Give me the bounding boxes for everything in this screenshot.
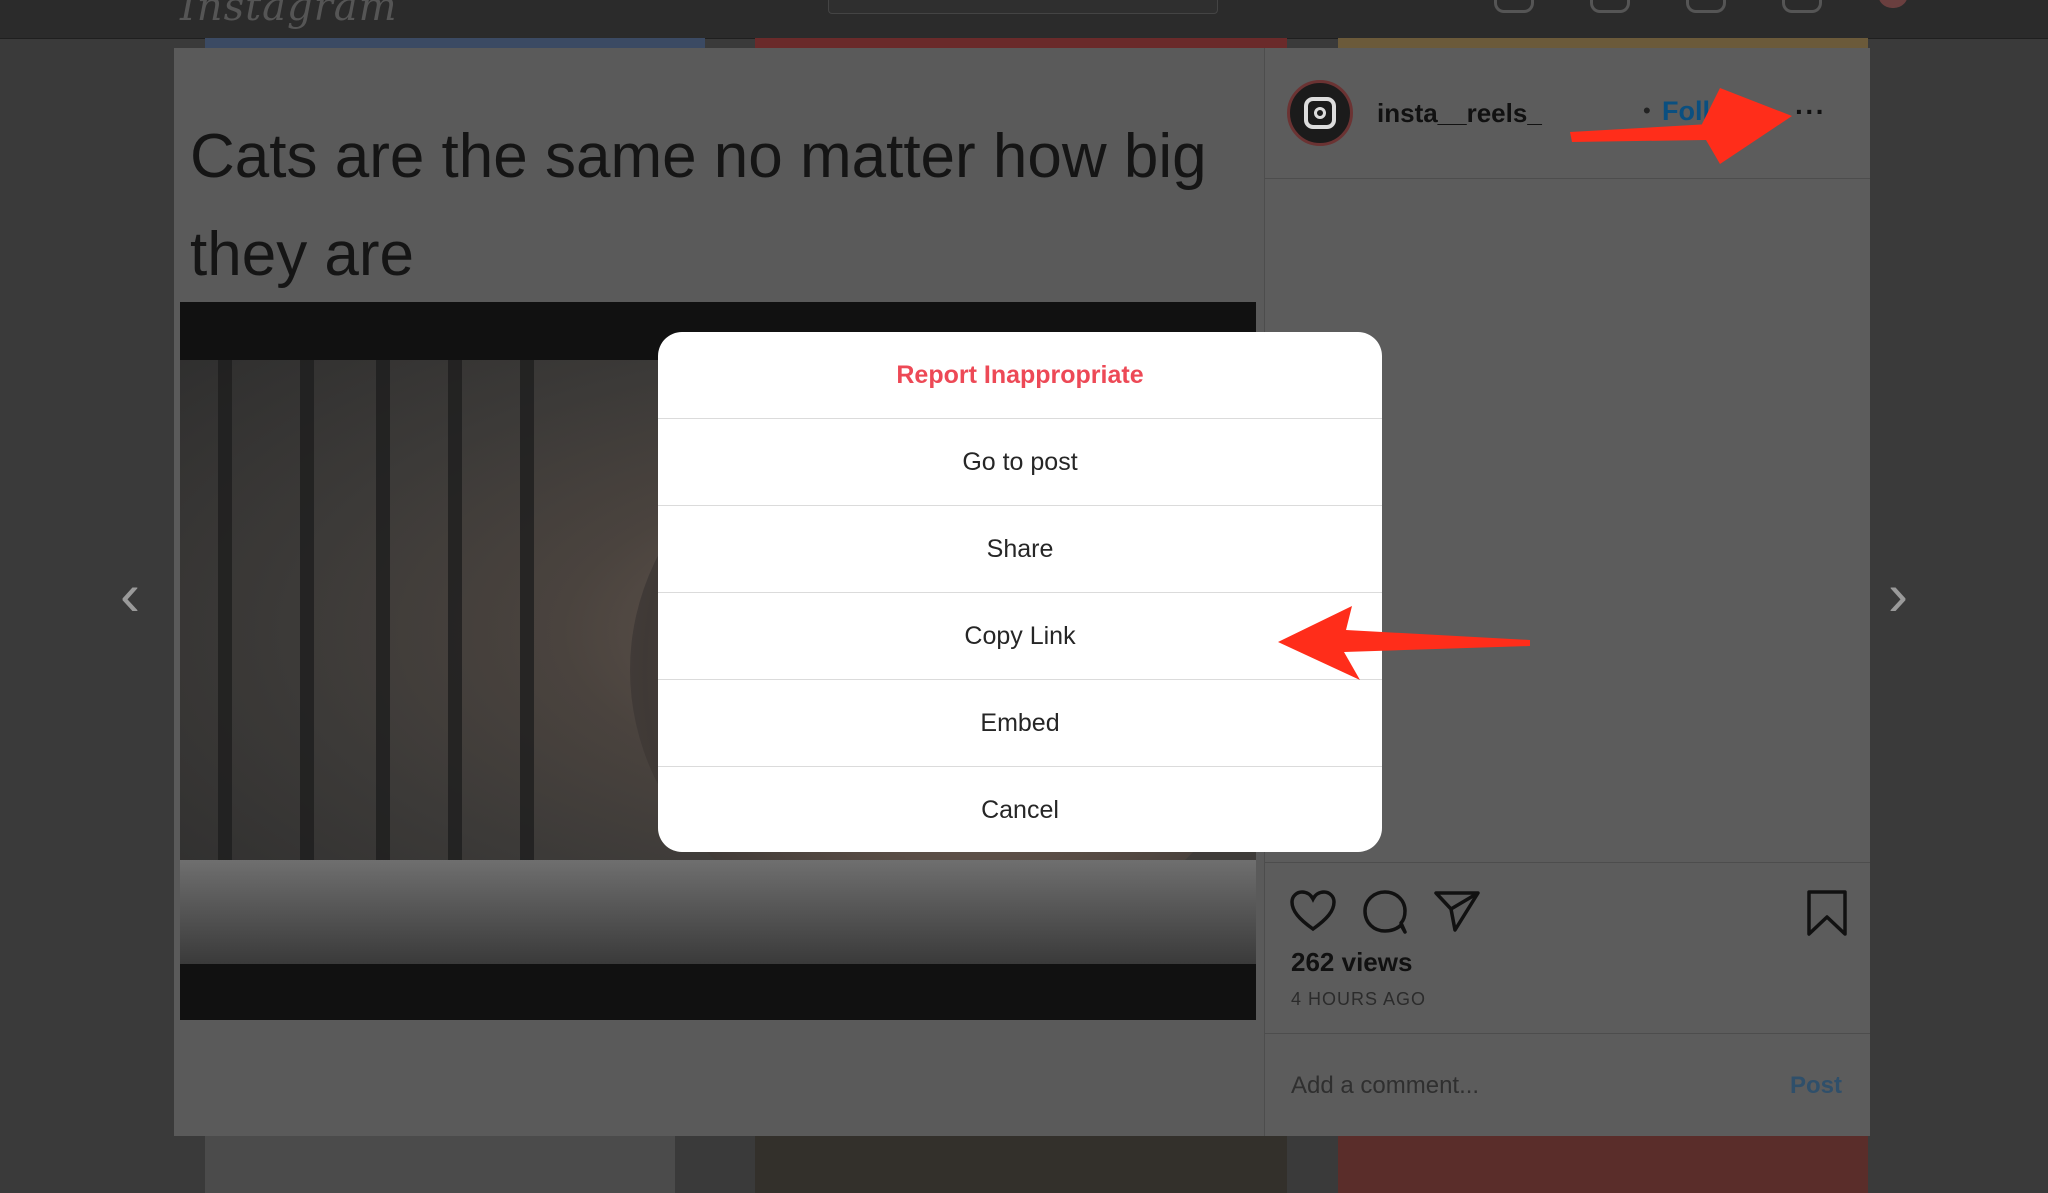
activity-icon[interactable] — [1782, 0, 1822, 13]
share-paper-plane-icon[interactable] — [1433, 889, 1481, 933]
post-timestamp: 4 HOURS AGO — [1291, 989, 1427, 1009]
home-icon[interactable] — [1494, 0, 1534, 13]
feed-thumbnail — [205, 38, 705, 48]
share-option[interactable]: Share — [658, 505, 1382, 592]
heart-icon[interactable] — [1289, 889, 1337, 933]
top-nav-bar: Instagram — [0, 0, 2048, 39]
report-inappropriate-option[interactable]: Report Inappropriate — [658, 332, 1382, 418]
feed-thumbnail — [755, 1136, 1287, 1193]
explore-icon[interactable] — [1686, 0, 1726, 13]
search-input[interactable] — [828, 0, 1218, 14]
previous-post-arrow-icon[interactable]: ‹ — [120, 565, 140, 625]
annotation-arrow-icon — [1278, 606, 1530, 680]
direct-icon[interactable] — [1590, 0, 1630, 13]
ledge-image — [180, 860, 1256, 964]
comment-box: Add a comment... Post — [1265, 1033, 1870, 1137]
post-comment-button[interactable]: Post — [1790, 1072, 1842, 1100]
post-options-modal: Report Inappropriate Go to post Share Co… — [658, 332, 1382, 852]
post-username[interactable]: insta__reels_ — [1377, 98, 1542, 129]
comment-icon[interactable] — [1361, 889, 1409, 935]
cancel-option[interactable]: Cancel — [658, 766, 1382, 852]
feed-thumbnail — [205, 1136, 675, 1193]
embed-option[interactable]: Embed — [658, 679, 1382, 766]
annotation-arrow-icon — [1570, 88, 1792, 164]
instagram-logo-icon[interactable] — [1287, 80, 1353, 146]
feed-thumbnail — [1338, 1136, 1868, 1193]
feed-thumbnail — [755, 38, 1287, 48]
feed-thumbnail — [1338, 38, 1868, 48]
instagram-logo[interactable]: Instagram — [180, 0, 398, 30]
profile-avatar[interactable] — [1878, 0, 1908, 8]
next-post-arrow-icon[interactable]: › — [1888, 565, 1908, 625]
bookmark-icon[interactable] — [1805, 889, 1849, 937]
comment-input[interactable]: Add a comment... — [1291, 1072, 1479, 1100]
post-caption-text: Cats are the same no matter how big they… — [190, 122, 1207, 289]
top-nav-icons — [1494, 0, 1908, 13]
go-to-post-option[interactable]: Go to post — [658, 418, 1382, 505]
views-count[interactable]: 262 views — [1291, 947, 1412, 978]
post-actions: 262 views 4 HOURS AGO — [1265, 862, 1870, 1033]
